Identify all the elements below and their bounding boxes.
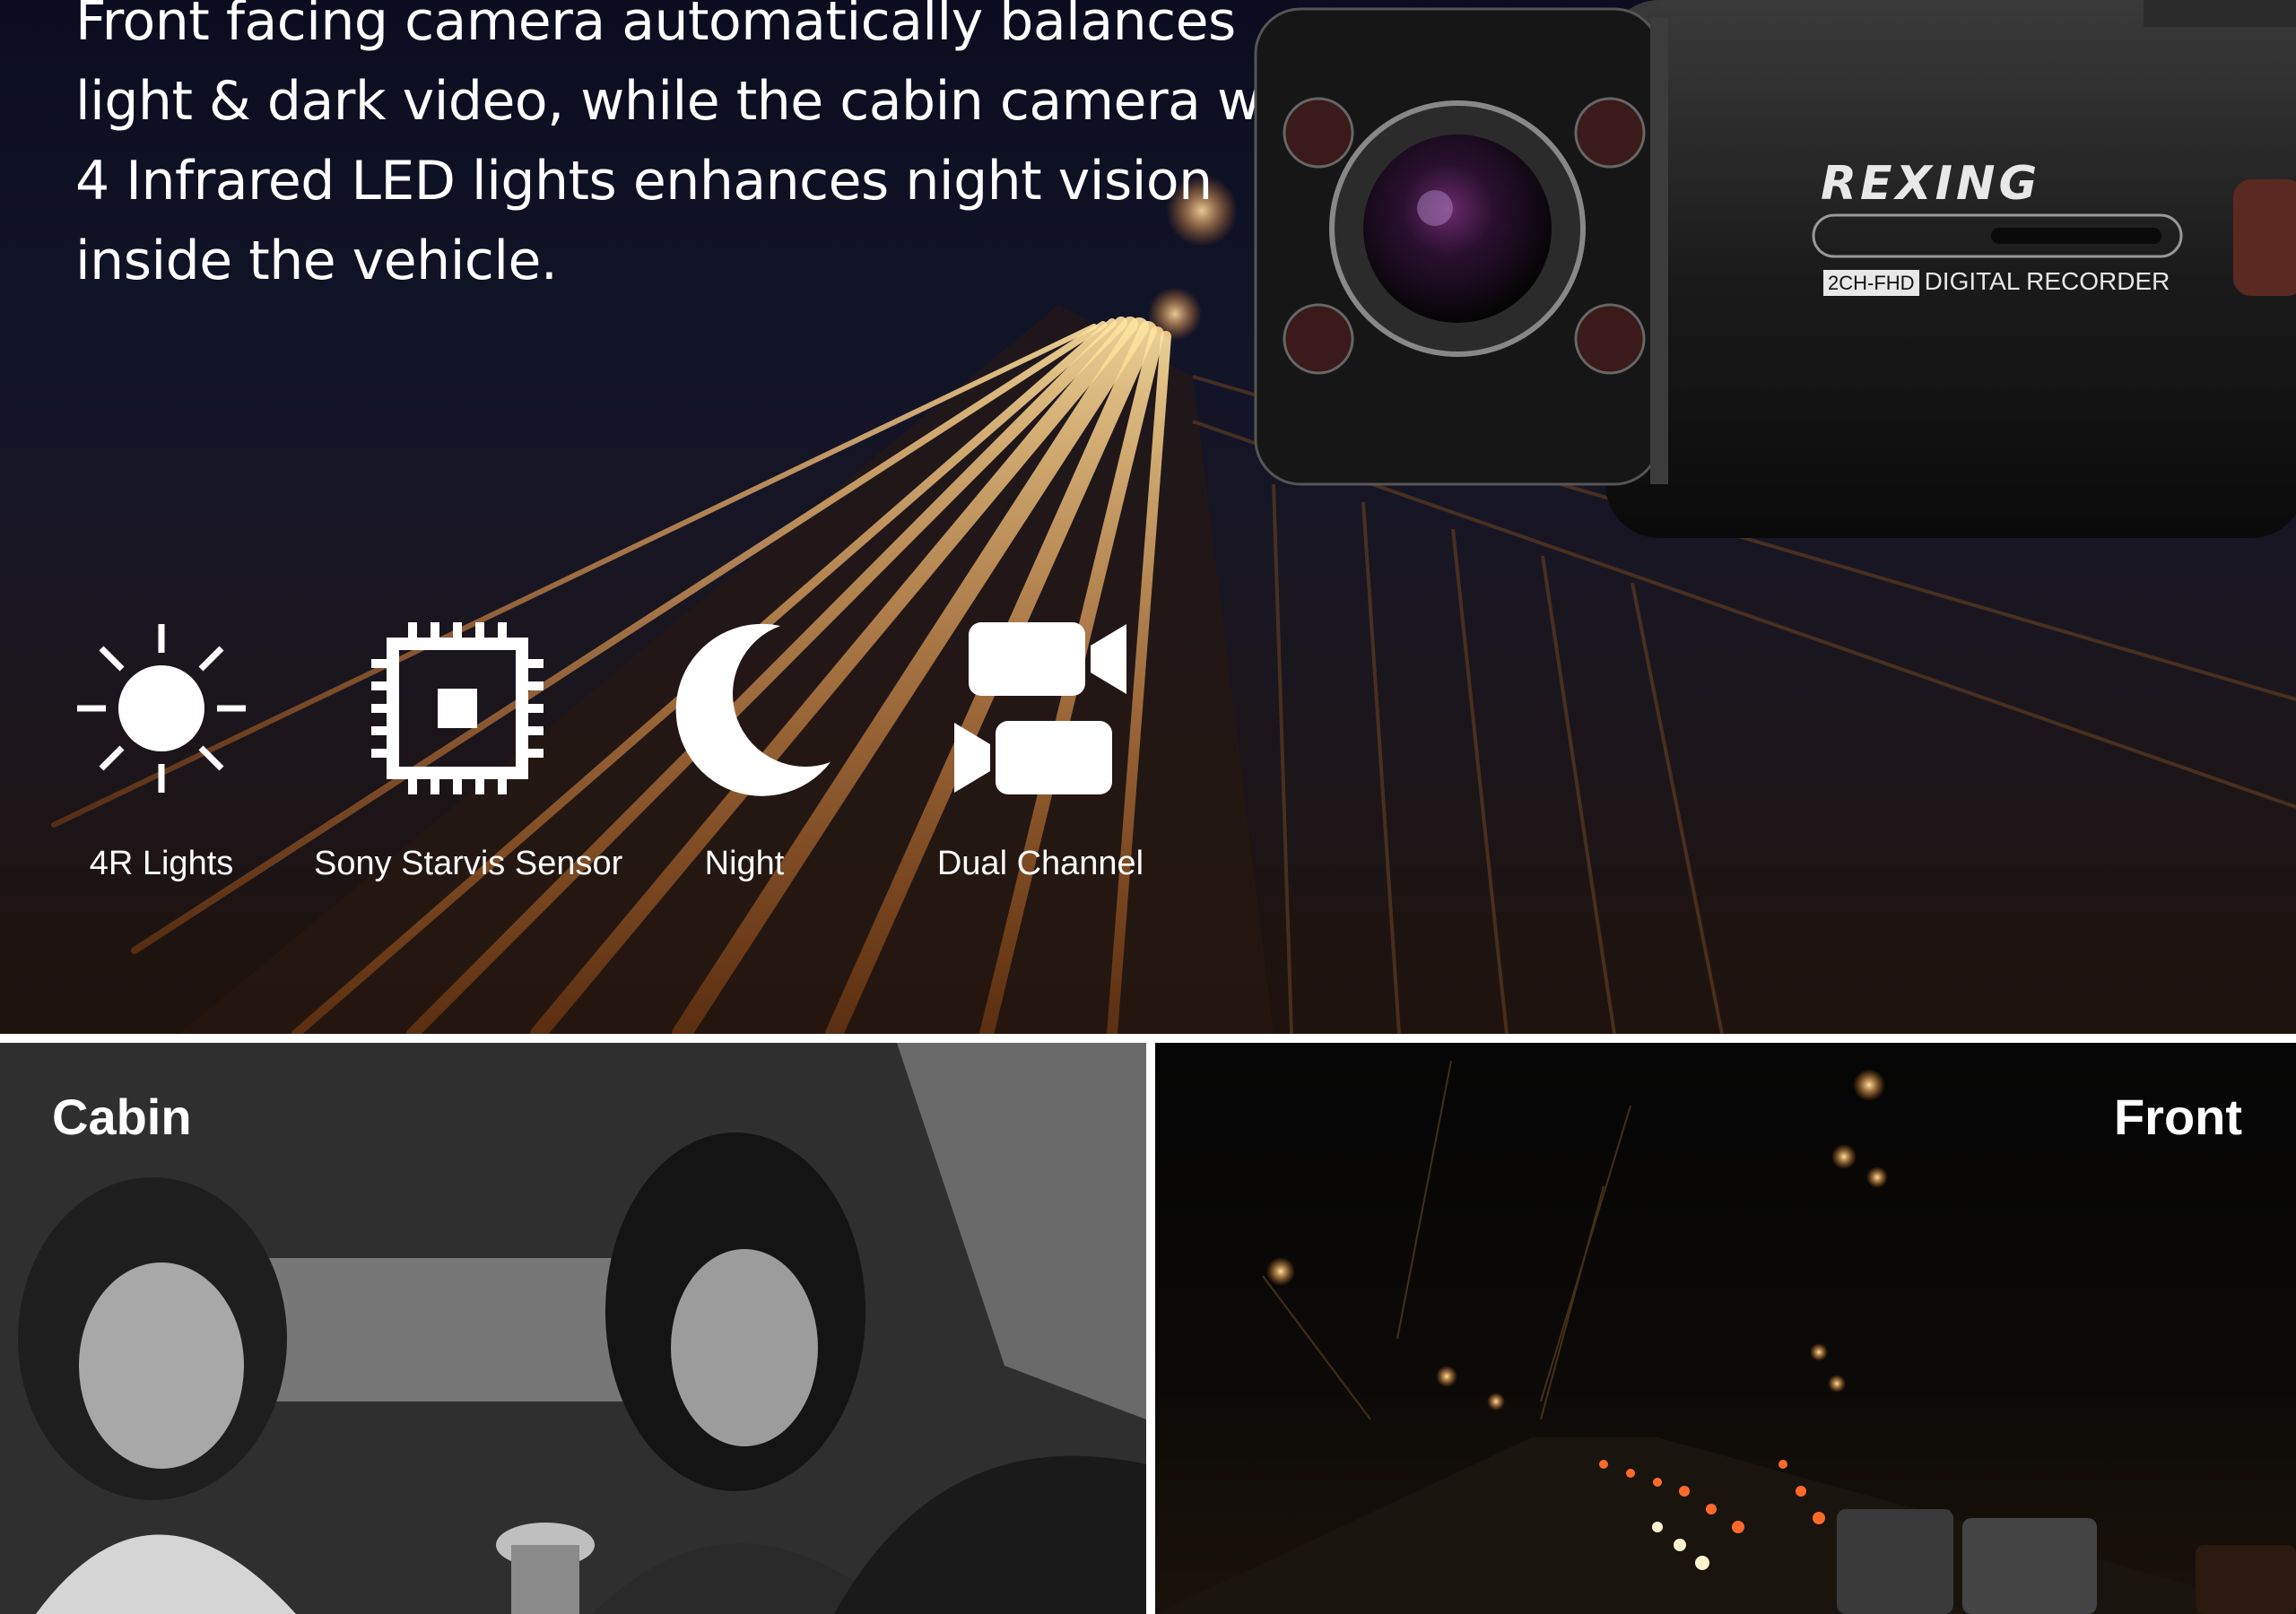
chip-icon — [371, 622, 544, 794]
headline-line: Front facing camera automatically balanc… — [75, 0, 1236, 53]
headline-line: light & dark video, while the cabin came… — [75, 70, 1330, 133]
camera-model-tag: 2CH-FHD — [1823, 270, 1919, 296]
moon-icon — [675, 623, 831, 796]
feature-4r-lights: 4R Lights — [18, 619, 305, 883]
panel-gap — [1146, 1043, 1155, 1614]
camera-brand-logo: REXING — [1821, 157, 2041, 211]
sun-icon — [77, 624, 246, 793]
feature-label: Dual Channel — [936, 845, 1144, 882]
feature-label: Night — [704, 845, 785, 882]
front-view-panel: Front — [1155, 1043, 2296, 1614]
feature-label: Sony Starvis Sensor — [314, 845, 623, 882]
feature-dual-channel: Dual Channel — [897, 619, 1184, 883]
feature-sony-starvis-sensor: Sony Starvis Sensor — [314, 619, 623, 883]
dual-camera-icon — [954, 622, 1126, 794]
hero-banner: Front facing camera automatically balanc… — [0, 0, 2296, 1034]
camera-model-label: 2CH-FHD DIGITAL RECORDER — [1823, 267, 2170, 296]
section-divider — [0, 1034, 2296, 1043]
cabin-title: Cabin — [52, 1089, 192, 1145]
feature-night: Night — [601, 619, 888, 883]
headline-line: inside the vehicle. — [75, 230, 558, 292]
headline-line: 4 Infrared LED lights enhances night vis… — [75, 150, 1213, 213]
feature-label: 4R Lights — [89, 845, 234, 882]
front-title: Front — [2113, 1089, 2242, 1145]
cabin-view-panel: Cabin — [0, 1043, 1146, 1614]
headline: Front facing camera automatically balanc… — [75, 0, 1330, 301]
camera-model-text: DIGITAL RECORDER — [1924, 267, 2170, 295]
